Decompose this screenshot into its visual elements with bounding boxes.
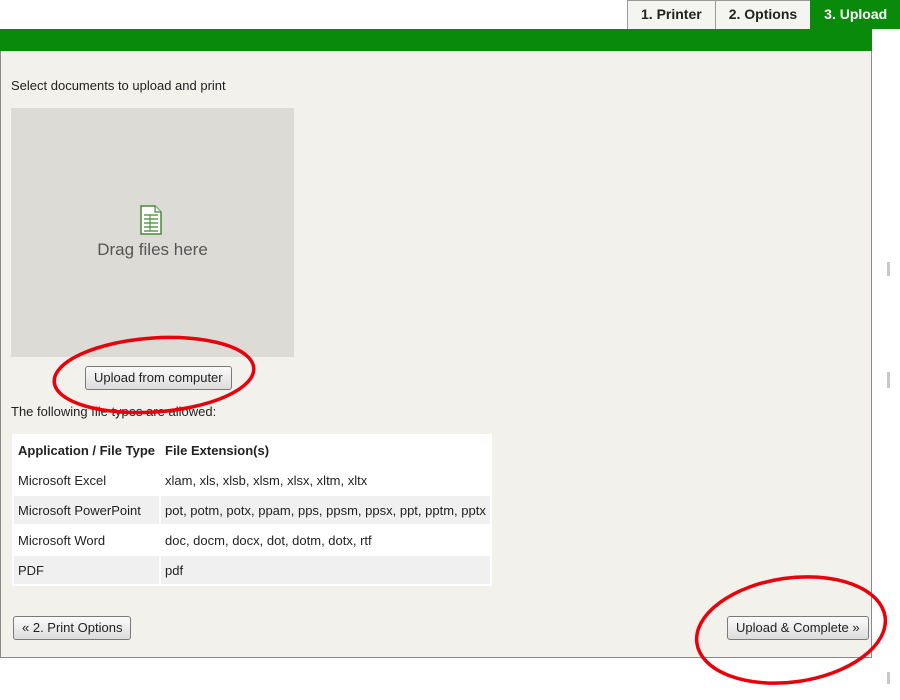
drop-zone[interactable]: Drag files here [11,108,294,357]
table-row: Microsoft Word doc, docm, docx, dot, dot… [14,526,490,554]
column-header-type: Application / File Type [14,436,159,464]
edge-fragment [887,672,890,684]
table-row: Microsoft PowerPoint pot, potm, potx, pp… [14,496,490,524]
drag-files-text: Drag files here [97,240,208,259]
back-print-options-button[interactable]: « 2. Print Options [13,616,132,640]
extensions-cell: pot, potm, potx, ppam, pps, ppsm, ppsx, … [161,496,490,524]
file-types-table: Application / File Type File Extension(s… [12,434,492,586]
file-type-cell: Microsoft Word [14,526,159,554]
edge-fragment [887,262,890,276]
extensions-cell: xlam, xls, xlsb, xlsm, xlsx, xltm, xltx [161,466,490,494]
tab-printer[interactable]: 1. Printer [627,0,715,29]
document-icon [140,205,162,235]
table-row: Microsoft Excel xlam, xls, xlsb, xlsm, x… [14,466,490,494]
upload-instruction: Select documents to upload and print [11,78,226,93]
file-type-cell: Microsoft Excel [14,466,159,494]
file-type-cell: Microsoft PowerPoint [14,496,159,524]
extensions-cell: pdf [161,556,490,584]
upload-panel: Select documents to upload and print Dra… [0,51,872,658]
print-upload-page: 1. Printer 2. Options 3. Upload Select d… [0,0,900,700]
extensions-cell: doc, docm, docx, dot, dotm, dotx, rtf [161,526,490,554]
file-type-cell: PDF [14,556,159,584]
upload-from-computer-button[interactable]: Upload from computer [85,366,232,390]
allowed-types-label: The following file types are allowed: [11,404,217,419]
edge-fragment [887,372,890,388]
tab-options[interactable]: 2. Options [714,0,811,29]
upload-complete-button[interactable]: Upload & Complete » [727,616,869,640]
table-row: PDF pdf [14,556,490,584]
tab-upload[interactable]: 3. Upload [810,0,900,29]
header-bar [0,29,872,51]
column-header-extensions: File Extension(s) [161,436,490,464]
wizard-tabs: 1. Printer 2. Options 3. Upload [627,0,900,29]
